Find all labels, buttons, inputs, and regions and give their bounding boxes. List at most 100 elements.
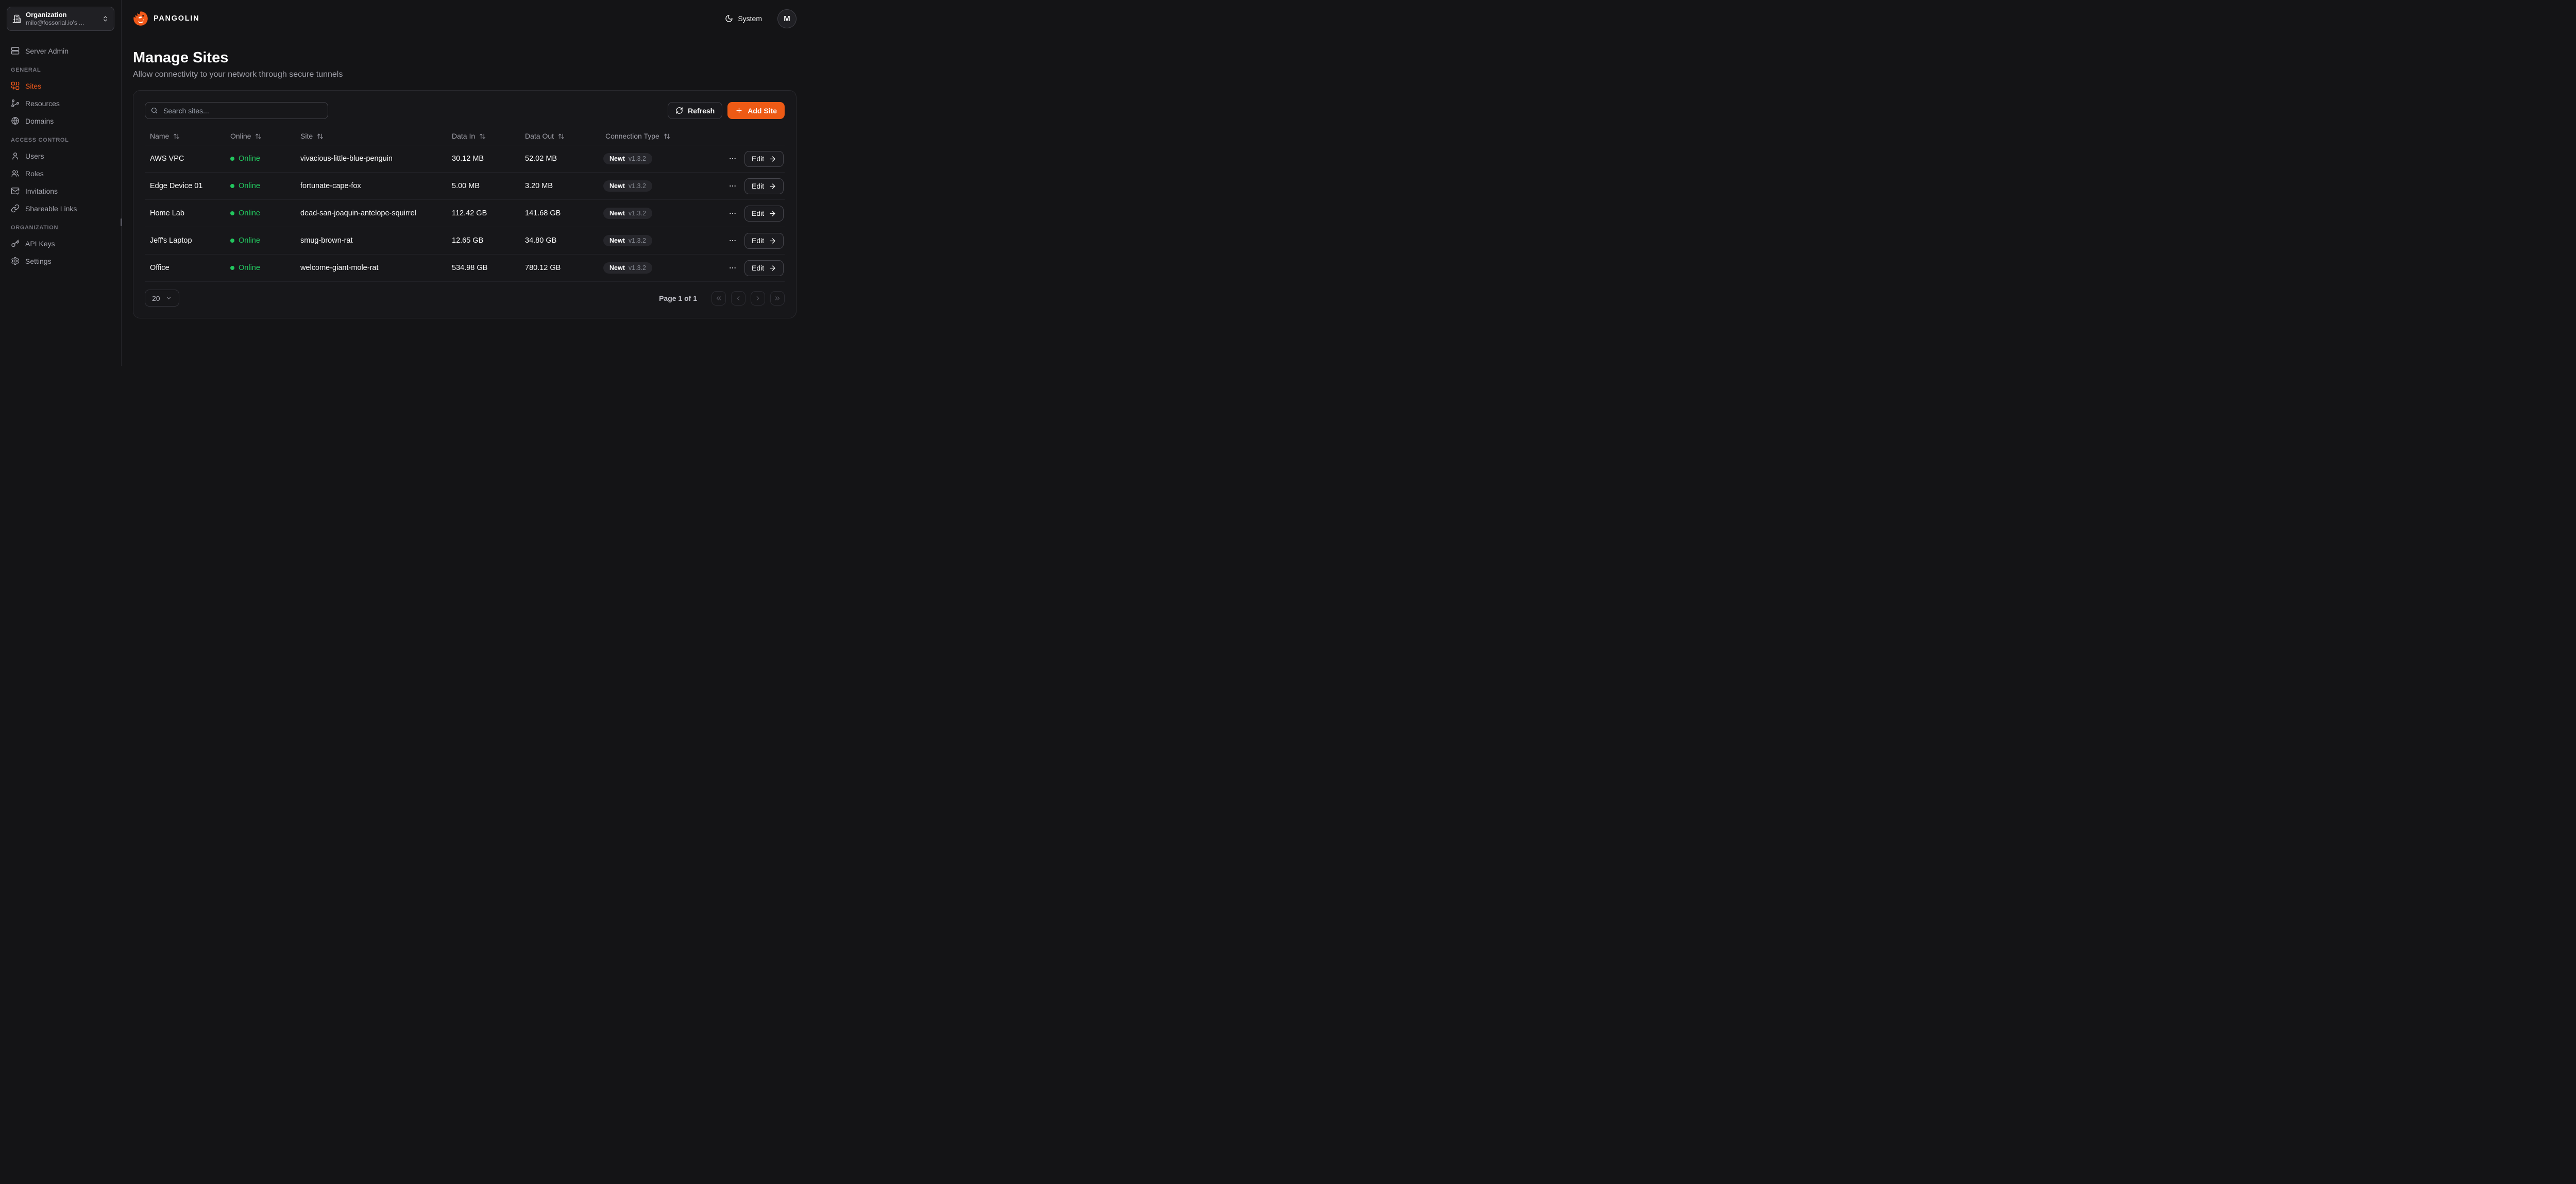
section-label-organization: ORGANIZATION <box>11 225 110 231</box>
table-row[interactable]: Office Online welcome-giant-mole-rat 534… <box>145 255 785 282</box>
sidebar-item-sites[interactable]: Sites <box>7 78 114 94</box>
section-label-general: GENERAL <box>11 67 110 73</box>
previous-page-button[interactable] <box>731 291 745 306</box>
next-page-button[interactable] <box>751 291 765 306</box>
row-menu-button[interactable] <box>727 181 738 191</box>
row-menu-button[interactable] <box>727 235 738 246</box>
connection-type-cell: Newt v1.3.2 <box>600 235 722 247</box>
data-out-cell: 780.12 GB <box>520 264 600 272</box>
edit-button[interactable]: Edit <box>744 233 784 249</box>
sort-icon <box>173 133 180 140</box>
data-out-cell: 52.02 MB <box>520 155 600 163</box>
mail-check-icon <box>11 187 20 195</box>
site-name-cell: Edge Device 01 <box>145 182 225 190</box>
sort-icon <box>317 133 324 140</box>
status-badge: Online <box>239 155 260 163</box>
sites-card: Refresh Add Site Name <box>133 90 796 318</box>
refresh-button[interactable]: Refresh <box>668 102 722 119</box>
row-menu-button[interactable] <box>727 263 738 273</box>
sort-icon <box>479 133 486 140</box>
sidebar-item-label: Domains <box>25 117 54 125</box>
table-row[interactable]: AWS VPC Online vivacious-little-blue-pen… <box>145 145 785 173</box>
column-header-site[interactable]: Site <box>295 132 447 140</box>
site-id-cell: welcome-giant-mole-rat <box>295 264 447 272</box>
column-header-online[interactable]: Online <box>225 132 295 140</box>
pangolin-logo-icon <box>133 11 148 26</box>
connection-type-badge: Newt v1.3.2 <box>603 262 652 274</box>
page-info: Page 1 of 1 <box>659 294 697 302</box>
sidebar-item-label: Roles <box>25 170 44 178</box>
globe-icon <box>11 116 20 125</box>
row-menu-button[interactable] <box>727 154 738 164</box>
brand-logo: PANGOLIN <box>133 11 199 26</box>
table-row[interactable]: Home Lab Online dead-san-joaquin-antelop… <box>145 200 785 227</box>
column-header-name[interactable]: Name <box>145 132 225 140</box>
sidebar-item-users[interactable]: Users <box>7 148 114 164</box>
waypoints-icon <box>11 99 20 108</box>
chevrons-left-icon <box>715 295 722 302</box>
site-name-cell: Jeff's Laptop <box>145 236 225 245</box>
site-id-cell: dead-san-joaquin-antelope-squirrel <box>295 209 447 217</box>
row-menu-button[interactable] <box>727 208 738 218</box>
sidebar-item-server-admin[interactable]: Server Admin <box>7 43 114 59</box>
chevrons-up-down-icon <box>102 15 109 22</box>
sidebar-item-domains[interactable]: Domains <box>7 113 114 129</box>
sidebar-item-invitations[interactable]: Invitations <box>7 183 114 199</box>
page-size-select[interactable]: 20 <box>145 290 179 307</box>
org-selector[interactable]: Organization milo@fossorial.io's ... <box>7 7 114 31</box>
sort-icon <box>664 133 670 140</box>
page-title: Manage Sites <box>133 49 796 66</box>
sidebar-item-shareable-links[interactable]: Shareable Links <box>7 200 114 216</box>
status-badge: Online <box>239 182 260 190</box>
org-subtitle: milo@fossorial.io's ... <box>26 19 97 27</box>
sidebar-item-label: Server Admin <box>25 47 69 55</box>
connection-type-cell: Newt v1.3.2 <box>600 262 722 274</box>
edit-button[interactable]: Edit <box>744 260 784 276</box>
sidebar-item-resources[interactable]: Resources <box>7 95 114 111</box>
add-site-button[interactable]: Add Site <box>727 102 785 119</box>
sidebar-resize-handle[interactable] <box>121 218 122 226</box>
sidebar-item-label: API Keys <box>25 240 55 248</box>
site-name-cell: AWS VPC <box>145 155 225 163</box>
theme-label: System <box>738 14 762 23</box>
chevron-down-icon <box>165 295 172 301</box>
section-label-access-control: ACCESS CONTROL <box>11 137 110 143</box>
key-icon <box>11 239 20 248</box>
edit-button[interactable]: Edit <box>744 151 784 167</box>
ellipsis-icon <box>728 264 737 272</box>
data-in-cell: 5.00 MB <box>447 182 520 190</box>
arrow-right-icon <box>769 182 776 190</box>
column-header-data-out[interactable]: Data Out <box>520 132 600 140</box>
column-header-connection-type[interactable]: Connection Type <box>600 132 722 140</box>
sidebar-item-label: Invitations <box>25 187 58 195</box>
chevron-right-icon <box>754 295 761 302</box>
sidebar-item-label: Shareable Links <box>25 205 77 213</box>
arrow-right-icon <box>769 155 776 163</box>
online-dot-icon <box>230 239 234 243</box>
ellipsis-icon <box>728 209 737 217</box>
connection-type-cell: Newt v1.3.2 <box>600 153 722 165</box>
org-title: Organization <box>26 11 97 19</box>
avatar[interactable]: M <box>777 9 796 28</box>
last-page-button[interactable] <box>770 291 785 306</box>
sidebar-item-settings[interactable]: Settings <box>7 253 114 269</box>
ellipsis-icon <box>728 236 737 245</box>
first-page-button[interactable] <box>711 291 726 306</box>
arrow-right-icon <box>769 237 776 245</box>
edit-button[interactable]: Edit <box>744 206 784 222</box>
data-out-cell: 141.68 GB <box>520 209 600 217</box>
page-subtitle: Allow connectivity to your network throu… <box>133 70 796 79</box>
search-input[interactable] <box>145 102 328 119</box>
column-header-data-in[interactable]: Data In <box>447 132 520 140</box>
user-icon <box>11 151 20 160</box>
table-row[interactable]: Edge Device 01 Online fortunate-cape-fox… <box>145 173 785 200</box>
theme-toggle-button[interactable]: System <box>722 14 765 23</box>
connection-type-badge: Newt v1.3.2 <box>603 208 652 219</box>
sidebar-item-api-keys[interactable]: API Keys <box>7 235 114 251</box>
arrow-right-icon <box>769 210 776 217</box>
connection-type-cell: Newt v1.3.2 <box>600 180 722 192</box>
edit-button[interactable]: Edit <box>744 178 784 194</box>
table-row[interactable]: Jeff's Laptop Online smug-brown-rat 12.6… <box>145 227 785 255</box>
link-icon <box>11 204 20 213</box>
sidebar-item-roles[interactable]: Roles <box>7 165 114 181</box>
